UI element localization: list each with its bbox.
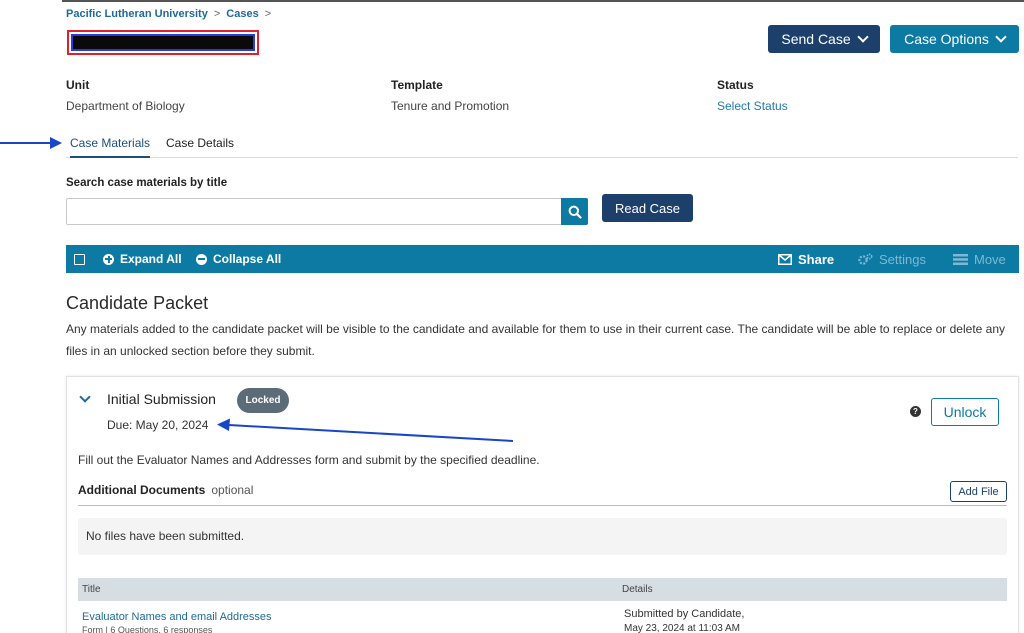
help-icon[interactable]: ?: [910, 406, 921, 417]
select-all-checkbox[interactable]: [74, 254, 85, 265]
column-header-details[interactable]: Details: [622, 584, 653, 595]
section-title: Initial Submission: [107, 391, 216, 407]
redacted-case-title: [67, 30, 259, 55]
expand-all-label: Expand All: [120, 252, 182, 266]
settings-label: Settings: [879, 251, 926, 267]
search-label: Search case materials by title: [66, 177, 228, 189]
share-label: Share: [798, 251, 835, 267]
breadcrumb-university[interactable]: Pacific Lutheran University: [66, 8, 208, 20]
tab-case-details[interactable]: Case Details: [166, 136, 234, 158]
collapse-all-button[interactable]: Collapse All: [196, 245, 281, 273]
minus-circle-icon: [196, 253, 207, 265]
chevron-down-icon: [995, 30, 1007, 43]
read-case-button[interactable]: Read Case: [602, 194, 693, 222]
gear-icon: [858, 252, 873, 265]
chevron-down-icon: [856, 30, 869, 43]
due-date: Due: May 20, 2024: [107, 418, 209, 432]
left-gutter: [0, 0, 62, 633]
move-button[interactable]: Move: [953, 245, 1006, 273]
unit-label: Unit: [66, 78, 90, 92]
add-file-button[interactable]: Add File: [950, 481, 1007, 502]
case-options-label: Case Options: [904, 31, 989, 47]
optional-label: optional: [211, 483, 254, 497]
template-label: Template: [391, 78, 443, 92]
case-options-button[interactable]: Case Options: [890, 25, 1019, 53]
materials-toolbar: Expand All Collapse All Share Settings M…: [66, 245, 1019, 273]
share-button[interactable]: Share: [778, 245, 834, 273]
column-header-title[interactable]: Title: [82, 584, 101, 595]
no-files-message: No files have been submitted.: [78, 518, 1007, 555]
case-tabs: Case Materials Case Details: [66, 136, 1018, 158]
send-case-button[interactable]: Send Case: [768, 25, 880, 53]
table-row-subtitle: Form | 6 Questions, 6 responses: [82, 625, 213, 633]
section-divider: [78, 505, 1007, 506]
move-label: Move: [974, 251, 1006, 267]
breadcrumb-cases[interactable]: Cases: [226, 8, 258, 20]
annotation-arrow-icon: [217, 418, 514, 442]
unlock-button[interactable]: Unlock: [931, 398, 999, 426]
search-button[interactable]: [561, 198, 588, 225]
redaction-block: [71, 34, 255, 51]
additional-documents-heading: Additional Documents optional: [78, 483, 253, 497]
unit-value: Department of Biology: [66, 99, 185, 113]
collapse-all-label: Collapse All: [213, 252, 282, 266]
top-divider: [62, 0, 1024, 2]
tab-case-materials[interactable]: Case Materials: [70, 136, 151, 158]
table-row-details-line1: Submitted by Candidate,: [624, 608, 745, 620]
breadcrumb-separator: >: [213, 8, 221, 20]
annotation-arrow-icon: [0, 137, 62, 149]
send-case-label: Send Case: [781, 31, 851, 47]
template-value: Tenure and Promotion: [391, 99, 510, 113]
table-row-title-link[interactable]: Evaluator Names and email Addresses: [82, 611, 272, 623]
settings-button[interactable]: Settings: [858, 245, 926, 273]
locked-badge: Locked: [237, 388, 289, 413]
candidate-packet-description: Any materials added to the candidate pac…: [66, 322, 1006, 358]
move-icon: [953, 253, 968, 265]
search-input[interactable]: [66, 198, 562, 225]
envelope-icon: [778, 253, 792, 265]
plus-circle-icon: [103, 253, 114, 265]
breadcrumb-separator: >: [264, 8, 272, 20]
table-header: Title Details: [78, 578, 1007, 601]
expand-all-button[interactable]: Expand All: [103, 245, 182, 273]
additional-documents-label: Additional Documents: [78, 483, 206, 497]
candidate-packet-heading: Candidate Packet: [66, 293, 209, 313]
search-icon: [568, 205, 582, 219]
select-status-link[interactable]: Select Status: [717, 99, 788, 113]
table-row-details-line2: May 23, 2024 at 11:03 AM: [624, 623, 741, 633]
status-label: Status: [717, 78, 754, 92]
section-instructions: Fill out the Evaluator Names and Address…: [78, 453, 540, 467]
breadcrumb: Pacific Lutheran University > Cases >: [66, 8, 271, 20]
